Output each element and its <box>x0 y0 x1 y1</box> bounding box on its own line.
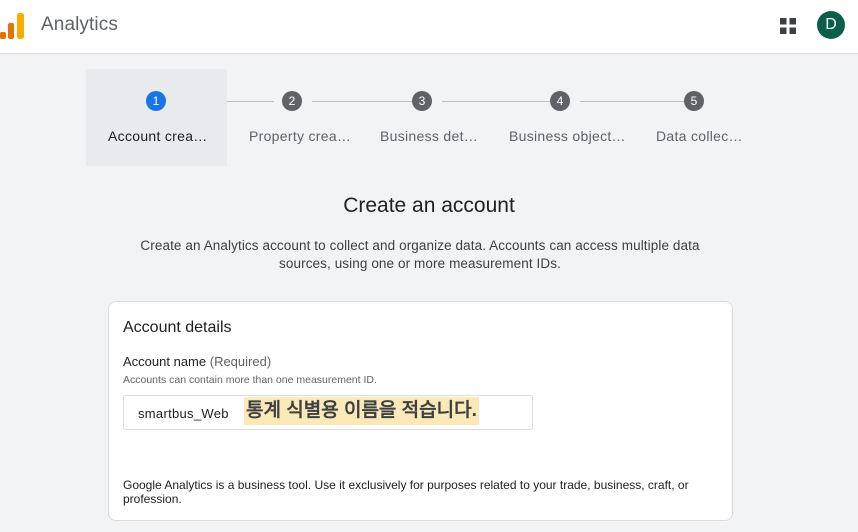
step-number: 4 <box>550 91 570 111</box>
grid-apps-icon[interactable] <box>779 17 797 35</box>
account-details-card: Account details Account name (Required) … <box>108 301 733 521</box>
step-label: Business det… <box>380 128 479 144</box>
analytics-logo-icon[interactable] <box>0 12 26 40</box>
step-label: Property crea… <box>249 128 352 144</box>
account-avatar[interactable]: D <box>817 11 845 39</box>
step-label: Business object… <box>509 128 626 144</box>
field-label-text: Account name <box>123 354 207 369</box>
step-data-collection[interactable]: 5 Data collec… <box>646 69 744 166</box>
step-business-details[interactable]: 3 Business det… <box>370 69 482 166</box>
account-name-help: Accounts can contain more than one measu… <box>123 374 377 386</box>
page-description: Create an Analytics account to collect a… <box>140 238 700 271</box>
account-name-input[interactable]: smartbus_Web 통계 식별용 이름을 적습니다. <box>123 395 533 430</box>
step-number: 3 <box>412 91 432 111</box>
step-number: 2 <box>282 91 302 111</box>
business-tool-disclaimer: Google Analytics is a business tool. Use… <box>123 478 689 506</box>
step-number: 5 <box>684 91 704 111</box>
step-label: Account crea… <box>108 128 208 144</box>
step-number: 1 <box>146 91 166 111</box>
card-title: Account details <box>123 319 232 336</box>
app-title: Analytics <box>41 14 118 35</box>
step-business-objectives[interactable]: 4 Business object… <box>502 69 626 166</box>
top-app-bar: Analytics D <box>0 0 858 54</box>
setup-stepper: 1 Account crea… 2 Property crea… 3 Busin… <box>86 69 746 166</box>
account-name-label: Account name (Required) <box>123 354 271 369</box>
step-label: Data collec… <box>656 128 743 144</box>
account-name-value[interactable]: smartbus_Web <box>138 406 229 421</box>
step-account-creation[interactable]: 1 Account crea… <box>86 69 227 166</box>
required-marker: (Required) <box>209 354 272 369</box>
annotation-note: 통계 식별용 이름을 적습니다. <box>244 397 479 425</box>
page-title: Create an account <box>343 194 515 217</box>
step-property-creation[interactable]: 2 Property crea… <box>236 69 352 166</box>
